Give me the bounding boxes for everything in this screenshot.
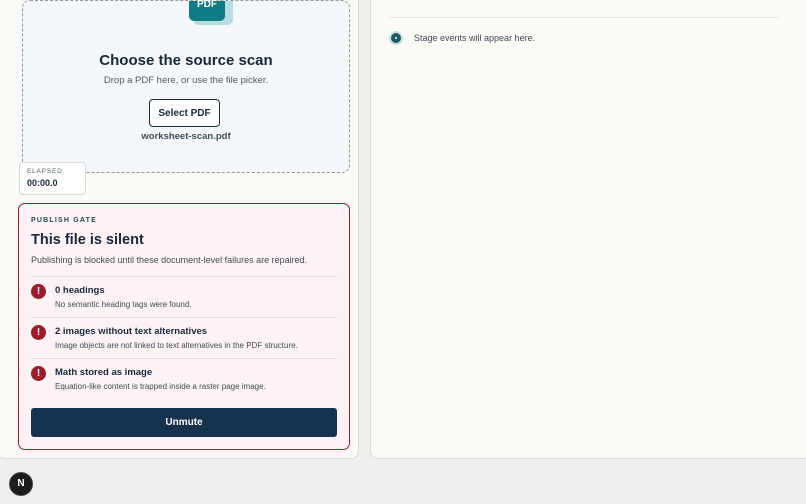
alert-icon: ! xyxy=(31,284,46,299)
stage-events-panel: Stage events will appear here. xyxy=(370,0,806,459)
gate-title: This file is silent xyxy=(31,232,144,248)
issue-description: Equation-like content is trapped inside … xyxy=(55,382,266,391)
select-pdf-button[interactable]: Select PDF xyxy=(149,99,220,127)
panel-divider xyxy=(389,17,779,18)
elapsed-value: 00:00.0 xyxy=(27,178,58,188)
unmute-button[interactable]: Unmute xyxy=(31,408,337,437)
next-dev-badge[interactable]: N xyxy=(10,473,32,495)
issue-title: Math stored as image xyxy=(55,367,153,378)
elapsed-label: ELAPSED xyxy=(27,168,63,175)
issue-item: ! Math stored as image Equation-like con… xyxy=(31,358,337,399)
publish-gate-card: PUBLISH GATE This file is silent Publish… xyxy=(18,203,350,450)
gate-eyebrow: PUBLISH GATE xyxy=(31,217,97,224)
issue-title: 0 headings xyxy=(55,285,105,296)
timeline-dot-icon xyxy=(389,31,403,45)
gate-description: Publishing is blocked until these docume… xyxy=(31,255,308,265)
alert-icon: ! xyxy=(31,366,46,381)
selected-file-name: worksheet-scan.pdf xyxy=(141,131,231,142)
pdf-dropzone[interactable]: PDF Choose the source scan Drop a PDF he… xyxy=(22,0,350,173)
elapsed-timer: ELAPSED 00:00.0 xyxy=(19,162,86,195)
dropzone-title: Choose the source scan xyxy=(99,52,273,69)
issue-title: 2 images without text alternatives xyxy=(55,326,208,337)
issue-description: No semantic heading tags were found. xyxy=(55,300,192,309)
issue-item: ! 0 headings No semantic heading tags we… xyxy=(31,276,337,317)
issue-item: ! 2 images without text alternatives Ima… xyxy=(31,317,337,358)
dropzone-subtitle: Drop a PDF here, or use the file picker. xyxy=(103,75,269,86)
pdf-file-icon: PDF xyxy=(189,0,225,21)
timeline-empty-text: Stage events will appear here. xyxy=(414,33,536,43)
issue-description: Image objects are not linked to text alt… xyxy=(55,341,298,350)
alert-icon: ! xyxy=(31,325,46,340)
